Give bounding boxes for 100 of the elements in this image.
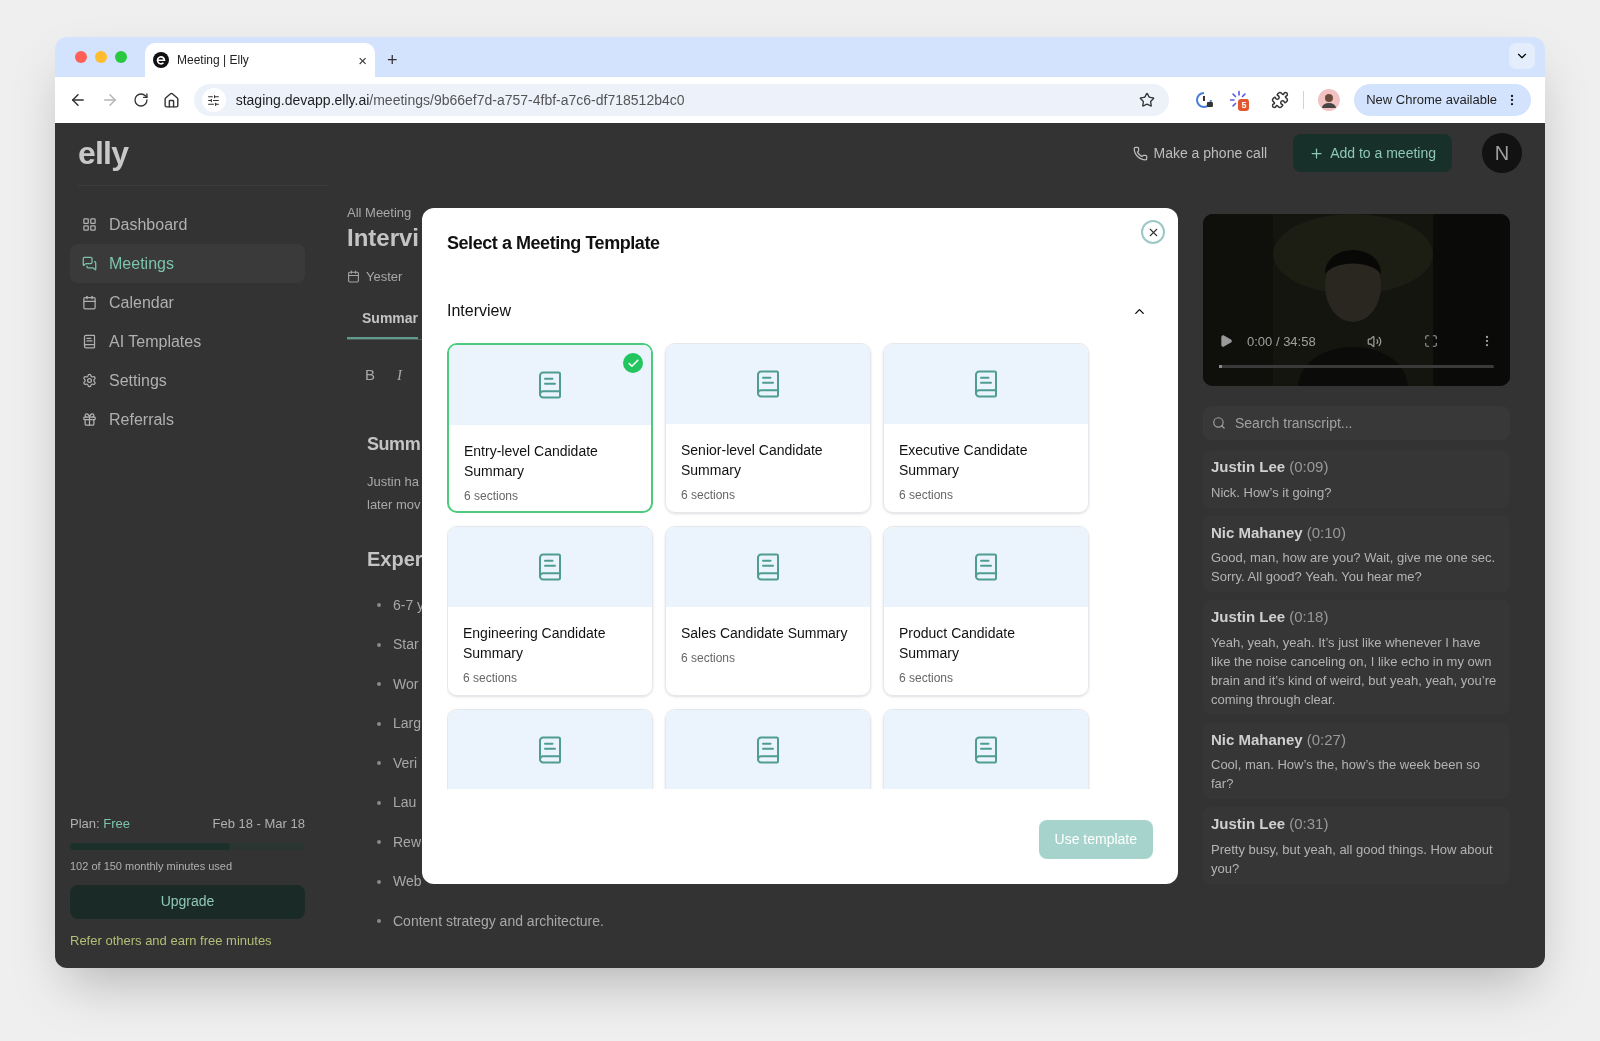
play-icon[interactable] (1219, 334, 1233, 349)
grid-icon (82, 217, 97, 232)
summary-text: Justin ha (367, 472, 420, 491)
template-card[interactable]: Product Candidate Summary 6 sections (883, 526, 1089, 696)
bullet-text: Wor (393, 674, 419, 694)
format-button[interactable]: I (397, 364, 402, 387)
transcript-text: Cool, man. How’s the, how’s the week been so far? (1211, 756, 1482, 793)
password-lock-icon[interactable] (1195, 90, 1216, 110)
transcript-text: Nick. How’s it going? (1211, 483, 1333, 502)
chat-bubbles-icon (82, 256, 97, 271)
tab-title: Meeting | Elly (177, 52, 250, 69)
timestamp: (0:31) (1289, 814, 1329, 834)
template-title: Executive Candidate Summary (899, 441, 1029, 480)
gift-icon (82, 412, 97, 427)
back-icon[interactable] (69, 91, 87, 109)
favicon-icon (153, 52, 169, 68)
search-field[interactable]: Search transcript... (1203, 406, 1510, 440)
bullet-text: Larg (393, 714, 422, 734)
bullet-text: Web (393, 872, 422, 892)
phone-call-button[interactable]: Make a phone call (1132, 142, 1268, 164)
section-count: 6 sections (463, 670, 518, 687)
template-title: Product Candidate Summary (899, 624, 1016, 663)
bullet-text: Rew (393, 832, 421, 852)
speaker-name: Nic Mahaney (1211, 729, 1303, 750)
add-to-meeting-button[interactable]: Add to a meeting (1293, 134, 1452, 172)
close-button[interactable] (1141, 220, 1165, 244)
profile-avatar-icon[interactable] (1318, 89, 1341, 111)
template-card[interactable]: Executive Candidate Summary 6 sections (883, 343, 1089, 513)
transcript-text: Good, man, how are you? Wait, give me one sec. Sorry. All good? Yeah. You hear me? (1211, 549, 1497, 586)
template-title: Entry-level Candidate Summary (464, 442, 599, 481)
nav-item[interactable]: AI Templates (70, 322, 305, 361)
format-button[interactable]: B (365, 364, 375, 387)
nav-item[interactable]: Meetings (70, 244, 305, 283)
search-icon (1212, 416, 1226, 430)
timestamp: (0:27) (1306, 729, 1346, 750)
bullet-text: Lau (393, 793, 417, 813)
new-tab-button[interactable]: + (387, 51, 398, 69)
address-bar[interactable]: staging.devapp.elly.ai/meetings/9b66ef7d-a757-4fbf-a7c6-df718512b4c0 (193, 84, 1170, 116)
section-count: 6 sections (464, 488, 519, 505)
transcript-text: Pretty busy, but yeah, all good things. How about you? (1211, 840, 1494, 878)
billing-period: Feb 18 - Mar 18 (212, 814, 305, 833)
plus-icon (1309, 145, 1325, 161)
nav-item[interactable]: Calendar (70, 283, 305, 322)
site-settings-icon[interactable] (207, 93, 221, 107)
phone-icon (1132, 145, 1148, 161)
speaker-name: Justin Lee (1211, 814, 1286, 834)
template-title: Sales Candidate Summary (681, 624, 848, 643)
book-icon (82, 334, 97, 349)
user-avatar[interactable]: N (1482, 133, 1522, 173)
app-logo[interactable]: elly (78, 134, 129, 171)
gear-icon (82, 373, 97, 388)
template-title: Engineering Candidate Summary (463, 624, 607, 663)
volume-icon[interactable] (1367, 333, 1382, 349)
home-icon[interactable] (162, 91, 180, 109)
dialog-title: Select a Meeting Template (447, 232, 660, 255)
bullet-text: Star (393, 635, 419, 655)
template-title: Senior-level Candidate Summary (681, 441, 824, 480)
video-time: 0:00 / 34:58 (1247, 332, 1317, 351)
content-tab[interactable]: Summar (347, 308, 419, 339)
speaker-name: Justin Lee (1211, 457, 1286, 477)
section-count: 6 sections (899, 487, 954, 504)
meeting-date: Yester (366, 267, 403, 286)
timestamp: (0:10) (1306, 522, 1346, 543)
template-card[interactable]: Sales Candidate Summary 6 sections (665, 526, 871, 696)
nav-item[interactable]: Settings (70, 361, 305, 400)
referral-link[interactable]: Refer others and earn free minutes (70, 930, 305, 950)
section-heading: Summ (367, 432, 421, 456)
timestamp: (0:18) (1289, 607, 1329, 627)
browser-tab[interactable]: Meeting | Elly × (145, 43, 375, 77)
transcript-text: Yeah, yeah, yeah. It’s just like whenever I have like the noise canceling on, I like echo in my own brain and it’s kind of weird, but yeah, yeah, you’re coming through clear. (1211, 633, 1498, 709)
reload-icon[interactable] (132, 92, 149, 108)
template-card[interactable]: Senior-level Candidate Summary 6 sections (665, 343, 871, 513)
tab-list-button[interactable] (1509, 43, 1535, 69)
nav-item[interactable]: Referrals (70, 400, 305, 439)
calendar-icon (82, 295, 97, 310)
plan-label: Plan: Free (70, 814, 130, 833)
template-card[interactable]: Entry-level Candidate Summary 6 sections (447, 343, 653, 513)
update-chrome-button[interactable]: New Chrome available (1354, 84, 1531, 116)
section-count: 6 sections (681, 650, 736, 667)
video-player[interactable]: 0:00 / 34:58 (1203, 214, 1510, 386)
url-text: staging.devapp.elly.ai/meetings/9b66ef7d-a757-4fbf-a7c6-df718512b4c0 (235, 90, 685, 110)
tab-close-button[interactable]: × (358, 52, 367, 68)
section-heading: Exper (367, 546, 423, 572)
speaker-name: Nic Mahaney (1211, 522, 1303, 543)
section-count: 6 sections (681, 487, 736, 504)
section-header[interactable]: Interview (447, 299, 1153, 323)
bookmark-star-icon[interactable] (1139, 92, 1156, 108)
upgrade-button[interactable]: Upgrade (70, 884, 305, 919)
bullet-text: Veri (393, 753, 418, 773)
nav-item[interactable]: Dashboard (70, 205, 305, 244)
fullscreen-icon[interactable] (1424, 334, 1438, 349)
usage-text: 102 of 150 monthly minutes used (70, 859, 234, 874)
calendar-icon (347, 269, 360, 283)
breadcrumb-link[interactable]: All Meeting (347, 203, 412, 223)
timestamp: (0:09) (1289, 457, 1329, 477)
bullet-text: Content strategy and architecture. (393, 911, 604, 931)
meeting-title: Intervi (347, 222, 420, 253)
template-card[interactable]: Engineering Candidate Summary 6 sections (447, 526, 653, 696)
speaker-name: Justin Lee (1211, 607, 1286, 627)
extensions-icon[interactable] (1271, 91, 1290, 109)
